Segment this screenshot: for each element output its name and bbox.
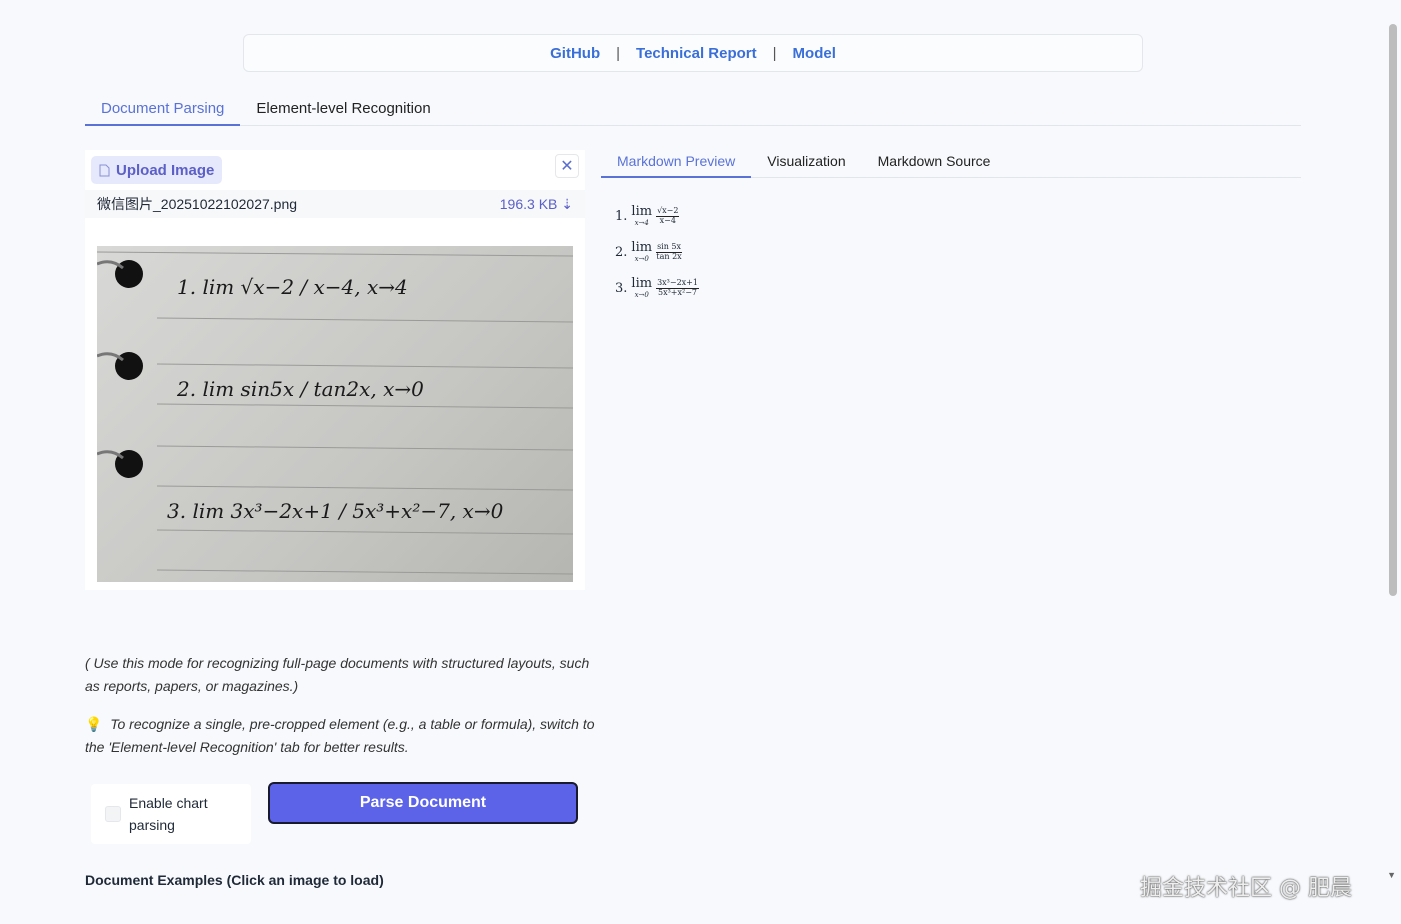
fraction: 3x³−2x+1 5x³+x²−7 [656,278,699,298]
handwritten-line-1: 1. lim √x−2 / x−4, x→4 [177,275,408,299]
tab-markdown-preview[interactable]: Markdown Preview [601,148,752,178]
tab-markdown-source[interactable]: Markdown Source [862,148,1007,178]
chart-parsing-label: Enable chart parsing [129,795,208,833]
handwritten-notes-photo: 1. lim √x−2 / x−4, x→4 2. lim sin5x / ta… [97,251,573,575]
item-number: 3. [615,280,628,296]
denominator: x−4 [659,215,676,225]
tab-document-parsing[interactable]: Document Parsing [85,96,241,126]
mode-description: ( Use this mode for recognizing full-pag… [85,655,590,694]
file-size-download-link[interactable]: 196.3 KB ⇣ [500,196,573,213]
scroll-down-icon[interactable]: ▼ [1387,870,1396,880]
lightbulb-icon: 💡 [85,716,103,732]
limit-operator: lim x→4 [631,205,652,227]
file-name: 微信图片_20251022102027.png [97,196,298,212]
file-icon [99,164,110,176]
list-item: 3. lim x→0 3x³−2x+1 5x³+x²−7 [615,270,699,306]
list-item: 1. lim x→4 √x−2 x−4 [615,198,699,234]
tip-text: 💡 To recognize a single, pre-cropped ele… [85,713,595,759]
limit-label: lim [631,204,653,219]
file-row: 微信图片_20251022102027.png 196.3 KB ⇣ [85,190,585,218]
main-tabs: Document Parsing Element-level Recogniti… [85,96,1301,126]
limit-subscript: x→4 [634,219,649,227]
chart-parsing-checkbox[interactable] [105,806,121,822]
top-links-bar: GitHub | Technical Report | Model [243,34,1143,72]
watermark: 掘金技术社区 @ 肥晨 [1140,876,1352,901]
tab-element-level-recognition[interactable]: Element-level Recognition [240,96,446,126]
limit-label: lim [631,276,653,291]
limit-operator: lim x→0 [631,277,652,299]
tab-visualization[interactable]: Visualization [751,148,861,178]
handwritten-line-3: 3. lim 3x³−2x+1 / 5x³+x²−7, x→0 [167,499,504,523]
close-icon[interactable]: ✕ [555,154,579,178]
limit-subscript: x→0 [634,255,649,263]
item-number: 2. [615,244,628,260]
technical-report-link[interactable]: Technical Report [620,45,773,62]
item-number: 1. [615,208,628,224]
tip-text-content: To recognize a single, pre-cropped eleme… [85,716,595,755]
handwritten-line-2: 2. lim sin5x / tan2x, x→0 [176,377,424,401]
examples-heading: Document Examples (Click an image to loa… [85,872,384,888]
fraction: √x−2 x−4 [656,206,680,226]
chart-parsing-option: Enable chart parsing [91,784,251,844]
markdown-preview: 1. lim x→4 √x−2 x−4 2. lim x→0 sin 5x ta… [615,198,699,306]
page-scrollbar[interactable] [1389,24,1397,596]
parse-document-button[interactable]: Parse Document [268,782,578,824]
denominator: tan 2x [656,251,682,261]
image-upload-panel: Upload Image ✕ 微信图片_20251022102027.png 1… [85,150,585,590]
uploaded-image-preview: 1. lim √x−2 / x−4, x→4 2. lim sin5x / ta… [97,246,573,582]
limit-operator: lim x→0 [631,241,652,263]
upload-image-label: Upload Image [116,161,215,179]
upload-image-button[interactable]: Upload Image [91,156,223,184]
denominator: 5x³+x²−7 [658,287,698,297]
limit-label: lim [631,240,653,255]
model-link[interactable]: Model [777,45,852,62]
fraction: sin 5x tan 2x [656,242,683,262]
list-item: 2. lim x→0 sin 5x tan 2x [615,234,699,270]
github-link[interactable]: GitHub [534,45,616,62]
limit-subscript: x→0 [634,291,649,299]
output-tabs: Markdown Preview Visualization Markdown … [601,148,1301,178]
